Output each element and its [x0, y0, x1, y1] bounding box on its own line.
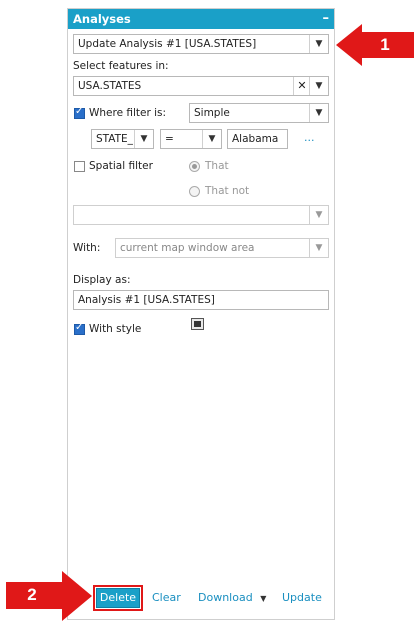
where-filter-label: Where filter is:	[89, 107, 167, 119]
filter-field-value: STATE_	[96, 133, 133, 145]
update-button[interactable]: Update	[282, 591, 322, 604]
callout-1-number: 1	[380, 35, 390, 54]
spatial-filter-label: Spatial filter	[89, 160, 153, 172]
chevron-down-icon[interactable]: ▼	[309, 35, 328, 53]
analysis-select[interactable]: Update Analysis #1 [USA.STATES] ▼	[73, 34, 329, 54]
analyses-panel: Analyses – Update Analysis #1 [USA.STATE…	[67, 8, 335, 620]
filter-field-select[interactable]: STATE_ ▼	[91, 129, 154, 149]
callout-2-number: 2	[27, 585, 37, 604]
display-as-label: Display as:	[73, 274, 131, 286]
features-select[interactable]: USA.STATES ✕ ▼	[73, 76, 329, 96]
style-picker-icon[interactable]	[191, 318, 204, 330]
chevron-down-icon[interactable]: ▼	[202, 130, 221, 148]
spatial-filter-checkbox[interactable]	[74, 161, 85, 172]
panel-header: Analyses –	[68, 9, 334, 29]
download-button[interactable]: Download ▼	[198, 591, 266, 604]
select-features-label: Select features in:	[73, 60, 169, 72]
with-style-label: With style	[89, 323, 142, 335]
chevron-down-icon[interactable]: ▼	[309, 239, 328, 257]
chevron-down-icon[interactable]: ▼	[309, 206, 328, 224]
analysis-select-value: Update Analysis #1 [USA.STATES]	[78, 38, 257, 50]
clear-icon[interactable]: ✕	[293, 77, 310, 95]
filter-value-input[interactable]: Alabama	[227, 129, 288, 149]
with-area-select[interactable]: current map window area ▼	[115, 238, 329, 258]
panel-title: Analyses	[73, 12, 131, 26]
with-area-value: current map window area	[120, 242, 255, 254]
radio-that[interactable]	[189, 161, 200, 172]
spatial-layer-select[interactable]: ▼	[73, 205, 329, 225]
chevron-down-icon[interactable]: ▼	[309, 77, 328, 95]
radio-that-not[interactable]	[189, 186, 200, 197]
features-value: USA.STATES	[78, 80, 142, 92]
with-style-checkbox[interactable]	[74, 322, 85, 335]
filter-operator-value: =	[165, 133, 174, 145]
where-filter-checkbox[interactable]	[74, 106, 85, 119]
chevron-down-icon[interactable]: ▼	[309, 104, 328, 122]
filter-mode-value: Simple	[194, 107, 230, 119]
display-as-value: Analysis #1 [USA.STATES]	[78, 294, 215, 306]
filter-more-link[interactable]: ...	[304, 131, 315, 144]
with-label: With:	[73, 242, 101, 254]
caret-down-icon: ▼	[260, 594, 267, 603]
collapse-icon[interactable]: –	[323, 9, 330, 28]
radio-that-not-label: That not	[205, 185, 250, 197]
filter-mode-select[interactable]: Simple ▼	[189, 103, 329, 123]
delete-button[interactable]: Delete	[93, 585, 143, 611]
radio-that-label: That	[205, 160, 229, 172]
filter-value-text: Alabama	[232, 133, 279, 145]
clear-button[interactable]: Clear	[152, 591, 181, 604]
filter-operator-select[interactable]: = ▼	[160, 129, 222, 149]
download-label: Download	[198, 591, 253, 604]
callout-2: 2	[6, 571, 92, 621]
chevron-down-icon[interactable]: ▼	[134, 130, 153, 148]
display-as-input[interactable]: Analysis #1 [USA.STATES]	[73, 290, 329, 310]
callout-1: 1	[336, 24, 414, 68]
